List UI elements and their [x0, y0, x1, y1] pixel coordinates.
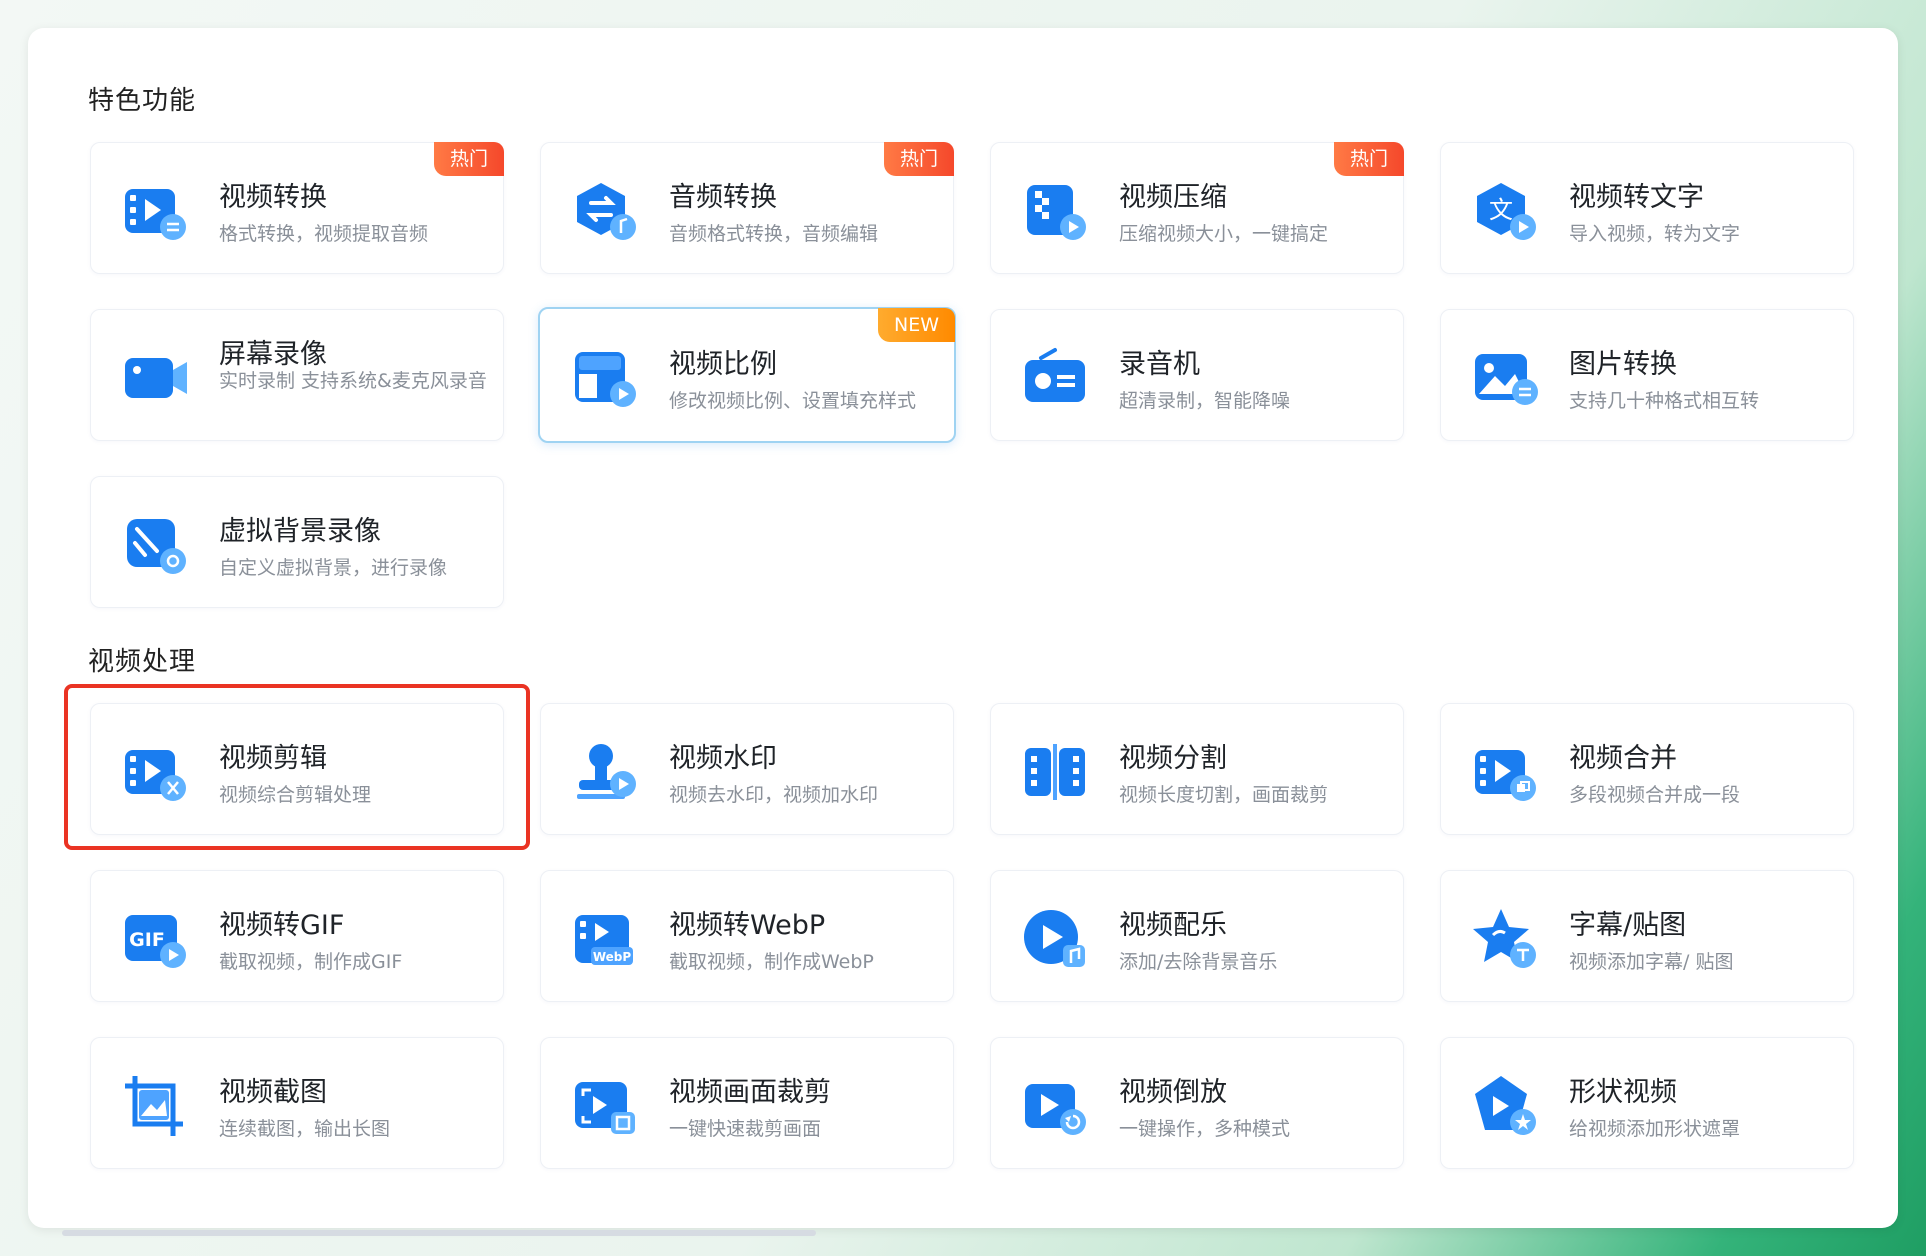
card-desc: 连续截图，输出长图	[219, 1118, 391, 1140]
card-desc: 截取视频，制作成WebP	[669, 951, 874, 973]
card-title: 字幕/贴图	[1569, 910, 1687, 941]
card-desc: 视频添加字幕/ 贴图	[1569, 951, 1734, 973]
video-screenshot-icon	[125, 1076, 183, 1136]
card-image-convert[interactable]: 图片转换 支持几十种格式相互转	[1440, 309, 1854, 441]
card-desc: 一键操作，多种模式	[1119, 1118, 1291, 1140]
video-watermark-icon	[577, 744, 636, 799]
card-desc: 视频长度切割，画面裁剪	[1119, 784, 1329, 806]
card-title: 视频比例	[669, 349, 777, 380]
video-reverse-icon	[1025, 1084, 1086, 1135]
svg-text:WebP: WebP	[593, 950, 632, 964]
video-merge-icon	[1475, 750, 1536, 801]
card-desc: 多段视频合并成一段	[1569, 784, 1741, 806]
card-audio-convert[interactable]: 热门 音频转换 音频格式转换，音频编辑	[540, 142, 954, 274]
video-convert-icon	[125, 189, 186, 240]
card-title: 屏幕录像	[219, 339, 327, 370]
video-split-icon	[1025, 744, 1085, 800]
svg-text:文: 文	[1489, 196, 1513, 224]
card-recorder[interactable]: 录音机 超清录制，智能降噪	[990, 309, 1404, 441]
hot-badge: 热门	[433, 142, 504, 176]
card-desc: 支持几十种格式相互转	[1569, 390, 1760, 412]
section-title-featured: 特色功能	[88, 86, 197, 116]
card-title: 视频压缩	[1119, 182, 1227, 213]
card-title: 视频转WebP	[669, 910, 826, 941]
new-badge: NEW	[877, 308, 955, 342]
recorder-icon	[1025, 348, 1085, 402]
card-desc: 格式转换，视频提取音频	[219, 223, 429, 245]
card-title: 视频画面裁剪	[669, 1077, 831, 1108]
card-video-screenshot[interactable]: 视频截图 连续截图，输出长图	[90, 1037, 504, 1169]
card-title: 视频配乐	[1119, 910, 1227, 941]
card-title: 视频转文字	[1569, 182, 1704, 213]
card-title: 视频转GIF	[219, 910, 345, 941]
video-ratio-icon	[575, 352, 636, 407]
card-desc: 给视频添加形状遮罩	[1569, 1118, 1741, 1140]
card-desc: 修改视频比例、设置填充样式	[669, 390, 917, 412]
card-desc: 音频格式转换，音频编辑	[669, 223, 879, 245]
card-desc: 导入视频，转为文字	[1569, 223, 1741, 245]
card-video-merge[interactable]: 视频合并 多段视频合并成一段	[1440, 703, 1854, 835]
card-subtitle-sticker[interactable]: 字幕/贴图 视频添加字幕/ 贴图	[1440, 870, 1854, 1002]
card-desc: 自定义虚拟背景，进行录像	[219, 557, 448, 579]
video-crop-icon	[575, 1082, 635, 1134]
svg-text:GIF: GIF	[129, 929, 165, 951]
card-title: 视频分割	[1119, 743, 1227, 774]
card-title: 视频剪辑	[219, 743, 327, 774]
card-title: 形状视频	[1569, 1077, 1677, 1108]
audio-convert-icon	[577, 183, 636, 240]
video-music-icon	[1024, 910, 1085, 967]
card-desc: 压缩视频大小，一键搞定	[1119, 223, 1329, 245]
section-title-video: 视频处理	[88, 647, 197, 677]
subtitle-sticker-icon	[1473, 909, 1536, 968]
card-shape-video[interactable]: 形状视频 给视频添加形状遮罩	[1440, 1037, 1854, 1169]
card-desc: 视频去水印，视频加水印	[669, 784, 879, 806]
card-title: 视频截图	[219, 1077, 327, 1108]
card-desc: 超清录制，智能降噪	[1119, 390, 1291, 412]
image-convert-icon	[1475, 354, 1538, 405]
video-to-gif-icon: GIF	[125, 915, 186, 968]
card-title: 录音机	[1119, 349, 1200, 380]
card-video-convert[interactable]: 热门 视频转换 格式转换，视频提取音频	[90, 142, 504, 274]
card-video-watermark[interactable]: 视频水印 视频去水印，视频加水印	[540, 703, 954, 835]
hot-badge: 热门	[883, 142, 954, 176]
card-title: 视频转换	[219, 182, 327, 213]
video-to-webp-icon: WebP	[575, 915, 633, 965]
card-screen-record[interactable]: 屏幕录像 实时录制 支持系统&麦克风录音	[90, 309, 504, 441]
card-video-to-text[interactable]: 文 视频转文字 导入视频，转为文字	[1440, 142, 1854, 274]
card-title: 音频转换	[669, 182, 777, 213]
card-virtual-background[interactable]: 虚拟背景录像 自定义虚拟背景，进行录像	[90, 476, 504, 608]
card-video-crop[interactable]: 视频画面裁剪 一键快速裁剪画面	[540, 1037, 954, 1169]
card-desc: 一键快速裁剪画面	[669, 1118, 822, 1140]
hot-badge: 热门	[1333, 142, 1404, 176]
card-title: 图片转换	[1569, 349, 1677, 380]
card-desc: 视频综合剪辑处理	[219, 784, 372, 806]
card-desc: 实时录制 支持系统&麦克风录音	[219, 370, 487, 392]
card-title: 虚拟背景录像	[219, 516, 381, 547]
card-title: 视频合并	[1569, 743, 1677, 774]
card-title: 视频水印	[669, 743, 777, 774]
card-video-reverse[interactable]: 视频倒放 一键操作，多种模式	[990, 1037, 1404, 1169]
card-video-edit[interactable]: 视频剪辑 视频综合剪辑处理	[90, 703, 504, 835]
card-video-compress[interactable]: 热门 视频压缩 压缩视频大小，一键搞定	[990, 142, 1404, 274]
card-desc: 截取视频，制作成GIF	[219, 951, 403, 973]
virtual-background-icon	[127, 519, 186, 574]
card-video-music[interactable]: 视频配乐 添加/去除背景音乐	[990, 870, 1404, 1002]
video-edit-icon	[125, 750, 186, 801]
video-to-text-icon: 文	[1477, 183, 1536, 240]
card-title: 视频倒放	[1119, 1077, 1227, 1108]
card-desc: 添加/去除背景音乐	[1119, 951, 1278, 973]
shape-video-icon	[1475, 1076, 1536, 1135]
card-video-to-webp[interactable]: WebP 视频转WebP 截取视频，制作成WebP	[540, 870, 954, 1002]
screen-record-icon	[125, 358, 187, 398]
card-video-ratio[interactable]: NEW 视频比例 修改视频比例、设置填充样式	[538, 307, 956, 443]
video-compress-icon	[1027, 185, 1086, 240]
horizontal-scrollbar[interactable]	[62, 1230, 816, 1236]
card-video-split[interactable]: 视频分割 视频长度切割，画面裁剪	[990, 703, 1404, 835]
card-video-to-gif[interactable]: GIF 视频转GIF 截取视频，制作成GIF	[90, 870, 504, 1002]
